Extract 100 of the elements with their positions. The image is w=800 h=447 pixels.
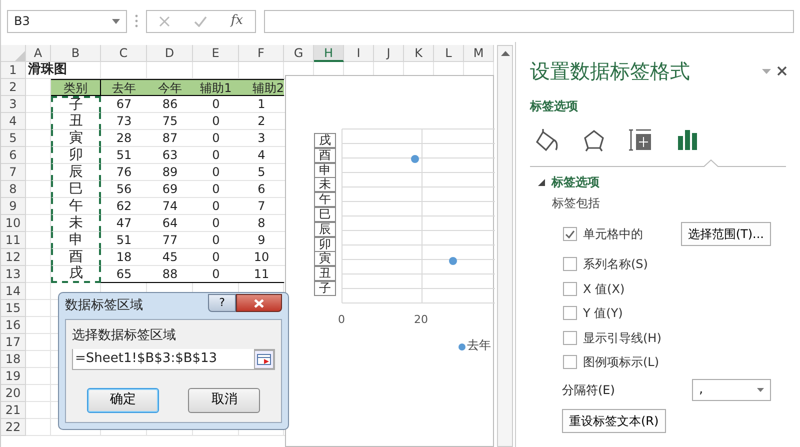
column-header[interactable]: I <box>344 45 374 62</box>
row-header[interactable]: 3 <box>1 96 26 113</box>
close-button[interactable] <box>236 294 282 312</box>
row-header[interactable]: 9 <box>1 198 26 215</box>
table-cell: 75 <box>147 113 193 130</box>
column-header[interactable]: C <box>101 45 147 62</box>
checkbox[interactable] <box>563 330 577 345</box>
column-header[interactable]: F <box>239 45 284 62</box>
checkbox[interactable] <box>563 306 577 320</box>
name-box[interactable]: B3 <box>7 10 127 32</box>
row-header[interactable]: 16 <box>1 317 26 334</box>
table-cell: 5 <box>239 164 284 181</box>
column-header[interactable]: B <box>51 45 101 62</box>
data-label[interactable]: 酉 <box>314 148 336 163</box>
pane-subtitle[interactable]: 标签选项 <box>530 97 787 115</box>
ok-button[interactable]: 确定 <box>86 388 159 412</box>
checkbox-label[interactable]: 图例项标示(L) <box>583 353 660 372</box>
column-header[interactable]: L <box>434 45 464 62</box>
table-cell: 0 <box>193 164 239 181</box>
checkbox-label[interactable]: X 值(X) <box>583 280 625 298</box>
column-header[interactable]: J <box>374 45 404 62</box>
data-label[interactable]: 卯 <box>314 236 336 252</box>
checkbox-label[interactable]: 单元格中的 <box>583 225 643 243</box>
chart-area[interactable]: 戌 酉 申 未 午 巳 辰 卯 寅 丑 子 0 20 去年 <box>285 75 494 447</box>
data-label[interactable]: 巳 <box>314 207 336 222</box>
legend-marker-icon <box>458 343 466 351</box>
table-cell: 0 <box>193 147 239 164</box>
section-title[interactable]: 标签选项 <box>552 173 600 191</box>
row-header[interactable]: 2 <box>1 79 26 96</box>
table-cell: 0 <box>193 198 239 215</box>
expand-icon[interactable] <box>538 178 545 186</box>
table-cell: 申 <box>51 232 101 249</box>
row-header[interactable]: 15 <box>1 300 26 317</box>
checkbox[interactable] <box>563 282 577 296</box>
row-header[interactable]: 6 <box>1 147 26 164</box>
checkbox-label[interactable]: 显示引导线(H) <box>583 328 662 347</box>
insert-function-button[interactable]: fx <box>230 11 243 31</box>
row-header[interactable]: 21 <box>1 402 26 419</box>
row-header[interactable]: 5 <box>1 130 26 147</box>
row-header[interactable]: 7 <box>1 164 26 181</box>
row-header[interactable]: 13 <box>1 266 26 283</box>
column-header[interactable]: K <box>404 45 434 62</box>
row-header[interactable]: 22 <box>1 419 26 436</box>
data-label[interactable]: 戌 <box>314 133 336 148</box>
range-field[interactable]: =Sheet1!$B$3:$B$13 <box>72 348 275 370</box>
cell-reference: B3 <box>14 13 30 30</box>
table-cell: 64 <box>147 215 193 232</box>
cancel-button[interactable]: 取消 <box>188 388 260 412</box>
dropdown-icon[interactable] <box>112 18 120 24</box>
help-button[interactable]: ? <box>208 294 236 312</box>
column-header[interactable]: D <box>147 45 193 62</box>
table-cell: 0 <box>193 181 239 198</box>
row-header[interactable]: 10 <box>1 215 26 232</box>
table-cell: 65 <box>101 266 147 283</box>
collapse-dialog-button[interactable] <box>254 350 274 368</box>
separator-value: , <box>699 380 704 399</box>
row-header[interactable]: 8 <box>1 181 26 198</box>
table-cell: 62 <box>101 198 147 215</box>
scroll-up-icon[interactable] <box>500 51 510 56</box>
row-header[interactable]: 12 <box>1 249 26 266</box>
row-header[interactable]: 14 <box>1 283 26 300</box>
row-header[interactable]: 19 <box>1 368 26 385</box>
reset-label-text-button[interactable]: 重设标签文本(R) <box>562 408 666 432</box>
column-header[interactable]: E <box>193 45 239 62</box>
dropdown-icon[interactable] <box>757 388 764 392</box>
data-label[interactable]: 午 <box>314 192 336 208</box>
data-label[interactable]: 丑 <box>314 266 336 282</box>
column-header[interactable]: G <box>284 45 314 62</box>
data-label[interactable]: 未 <box>314 177 336 192</box>
table-cell: 77 <box>147 232 193 249</box>
column-header[interactable]: H <box>314 45 344 62</box>
scrollbar[interactable] <box>497 45 513 447</box>
data-label[interactable]: 寅 <box>314 251 336 266</box>
data-point <box>449 257 457 265</box>
checkbox-label[interactable]: Y 值(Y) <box>583 304 623 322</box>
data-label[interactable]: 子 <box>314 281 336 296</box>
dropdown-icon[interactable] <box>762 68 770 74</box>
separator-dropdown[interactable]: , <box>692 378 771 400</box>
checkbox[interactable] <box>563 355 577 370</box>
row-header[interactable]: 17 <box>1 334 26 351</box>
header-cell: 类别 <box>51 79 101 96</box>
checkbox[interactable] <box>563 227 577 241</box>
row-header[interactable]: 1 <box>1 62 26 79</box>
column-header[interactable]: M <box>464 45 494 62</box>
check-icon[interactable] <box>194 16 207 26</box>
column-header[interactable]: A <box>26 45 51 62</box>
select-range-button[interactable]: 选择范围(T)... <box>680 222 771 246</box>
data-label[interactable]: 辰 <box>314 222 336 237</box>
close-icon[interactable] <box>777 66 787 76</box>
checkbox-label[interactable]: 系列名称(S) <box>583 255 648 274</box>
row-header[interactable]: 18 <box>1 351 26 368</box>
checkbox[interactable] <box>563 257 577 272</box>
data-label[interactable]: 申 <box>314 162 336 178</box>
formula-field[interactable] <box>264 10 794 32</box>
row-header[interactable]: 4 <box>1 113 26 130</box>
table-cell: 28 <box>101 130 147 147</box>
row-header[interactable]: 20 <box>1 385 26 402</box>
row-header[interactable]: 11 <box>1 232 26 249</box>
table-cell: 11 <box>239 266 284 283</box>
table-cell: 69 <box>147 181 193 198</box>
